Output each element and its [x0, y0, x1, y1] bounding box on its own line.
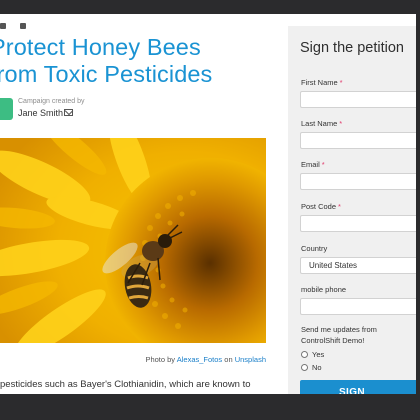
device-bezel-bottom — [0, 394, 420, 420]
updates-yes-option[interactable]: Yes — [301, 350, 324, 359]
sign-button[interactable]: SIGN — [300, 380, 416, 394]
campaign-body-text: pesticides such as Bayer's Clothianidin,… — [0, 378, 280, 392]
updates-no-option[interactable]: No — [301, 363, 322, 372]
first-name-input[interactable] — [300, 91, 416, 108]
photo-caption: Photo by Alexas_Fotos on Unsplash — [0, 355, 266, 364]
author-name[interactable]: Jane Smith — [18, 108, 63, 118]
country-select[interactable]: United States — [300, 257, 416, 274]
country-selected-value: United States — [309, 261, 358, 270]
petition-form: Sign the petition First Name * Last Name *… — [288, 26, 416, 394]
device-bezel-top — [0, 0, 420, 14]
avatar — [0, 98, 13, 120]
envelope-icon[interactable] — [64, 109, 73, 116]
caption-prefix: Photo by — [145, 355, 176, 364]
campaign-author: Campaign created by Jane Smith — [0, 98, 200, 124]
last-name-label: Last Name * — [301, 119, 343, 128]
radio-yes[interactable] — [301, 351, 308, 358]
last-name-input[interactable] — [300, 132, 416, 149]
mobile-phone-label: mobile phone — [301, 285, 347, 294]
caption-on: on — [224, 355, 233, 364]
campaign-title-line2: from Toxic Pesticides — [0, 61, 213, 87]
updates-question: Send me updates from ControlShift Demo! — [301, 325, 377, 345]
radio-no[interactable] — [301, 364, 308, 371]
campaign-article: Protect Honey Bees from Toxic Pesticides… — [0, 14, 286, 394]
post-code-input[interactable] — [300, 215, 416, 232]
email-label: Email * — [301, 160, 325, 169]
mobile-phone-input[interactable] — [300, 298, 416, 315]
country-label: Country — [301, 244, 328, 253]
browser-screen: Protect Honey Bees from Toxic Pesticides… — [0, 14, 416, 394]
created-by-label: Campaign created by — [18, 98, 85, 105]
first-name-label: First Name * — [301, 78, 343, 87]
breadcrumb-fragment — [0, 16, 40, 29]
email-input[interactable] — [300, 173, 416, 190]
caption-author-link[interactable]: Alexas_Fotos — [177, 355, 222, 364]
body-line-1: pesticides such as Bayer's Clothianidin,… — [0, 379, 251, 390]
bee-sunflower-photo — [0, 138, 266, 343]
campaign-title: Protect Honey Bees from Toxic Pesticides — [0, 34, 286, 88]
device-bezel-right — [416, 0, 420, 420]
campaign-title-line1: Protect Honey Bees — [0, 34, 201, 60]
post-code-label: Post Code * — [301, 202, 341, 211]
caption-source-link[interactable]: Unsplash — [235, 355, 266, 364]
petition-title: Sign the petition — [300, 40, 404, 56]
